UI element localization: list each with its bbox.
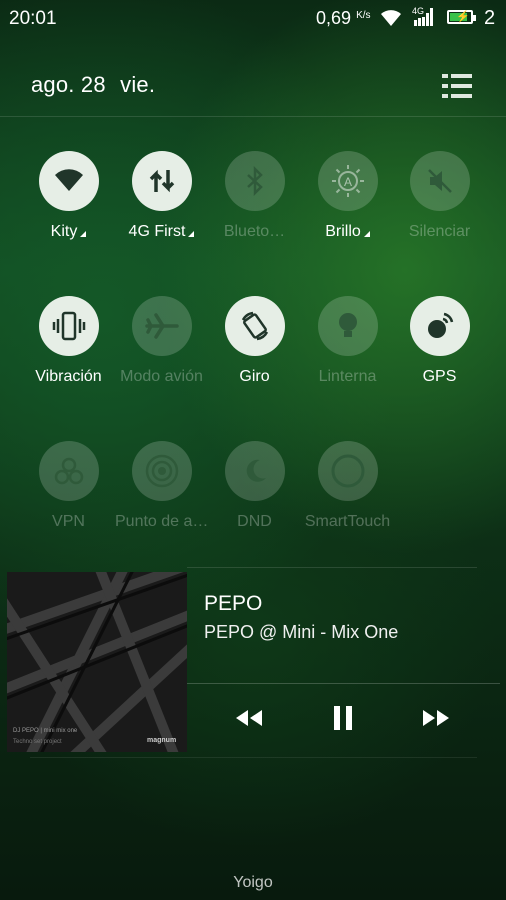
toggle-smarttouch[interactable]: SmartTouch xyxy=(301,441,394,531)
airplane-icon xyxy=(131,296,192,356)
toggle-label: Vibración xyxy=(35,368,102,385)
status-bar: 20:01 0,69 K/s 4G ⚡ 2 xyxy=(0,0,506,36)
expand-caret-icon[interactable] xyxy=(188,231,195,237)
network-type: 4G xyxy=(412,6,425,16)
toggle-label: Brillo xyxy=(325,223,361,240)
network-speed: 0,69 K/s xyxy=(316,8,371,29)
notification-count: 2 xyxy=(484,7,496,29)
toggle-label: Kity xyxy=(50,223,78,240)
album-subcaption: Techno set project xyxy=(13,739,62,745)
mute-icon xyxy=(409,151,470,211)
network-speed-unit: K/s xyxy=(356,10,371,21)
toggle-vibration[interactable]: Vibración xyxy=(22,296,115,386)
toggle-label: Linterna xyxy=(318,368,377,385)
album-brand-logo: magnum xyxy=(147,737,177,744)
list-menu-button[interactable] xyxy=(442,72,472,100)
toggle-label: Blueto… xyxy=(223,223,286,240)
toggle-rotation[interactable]: Giro xyxy=(208,296,301,386)
status-time: 20:01 xyxy=(9,8,57,29)
smarttouch-icon xyxy=(317,441,378,501)
signal-status-icon: 4G xyxy=(410,6,434,33)
toggle-airplane[interactable]: Modo avión xyxy=(115,296,208,386)
toggle-dnd[interactable]: DND xyxy=(208,441,301,531)
toggle-label: GPS xyxy=(422,368,457,385)
toggle-silence[interactable]: Silenciar xyxy=(393,151,486,241)
bluetooth-icon xyxy=(224,151,285,211)
toggle-label: Silenciar xyxy=(408,223,471,240)
toggle-label: SmartTouch xyxy=(304,513,391,530)
bottom-divider xyxy=(30,757,477,758)
battery-icon: ⚡ xyxy=(447,10,476,24)
toggle-flashlight[interactable]: Linterna xyxy=(301,296,394,386)
toggle-label: VPN xyxy=(52,513,85,530)
fast-forward-icon xyxy=(423,710,449,726)
track-title: PEPO xyxy=(204,592,263,615)
svg-text:A: A xyxy=(343,175,351,189)
toggle-vpn[interactable]: VPN xyxy=(22,441,115,531)
toggle-gps[interactable]: GPS xyxy=(393,296,486,386)
moon-icon xyxy=(224,441,285,501)
header-divider xyxy=(0,116,506,117)
toggle-label: Punto de a… xyxy=(115,513,208,530)
fast-forward-button[interactable] xyxy=(419,703,453,733)
vibration-icon xyxy=(38,296,99,356)
album-caption: DJ PEPO | mini mix one xyxy=(13,728,78,734)
hotspot-icon xyxy=(131,441,192,501)
pause-icon xyxy=(334,706,352,730)
rewind-icon xyxy=(236,710,262,726)
track-subtitle: PEPO @ Mini - Mix One xyxy=(204,622,399,642)
expand-caret-icon[interactable] xyxy=(363,231,370,237)
toggle-brightness[interactable]: A Brillo xyxy=(301,151,394,241)
flashlight-icon xyxy=(317,296,378,356)
rotate-icon xyxy=(224,296,285,356)
toggle-wifi[interactable]: Kity xyxy=(22,151,115,241)
toggle-hotspot[interactable]: Punto de a… xyxy=(115,441,208,531)
carrier-name: Yoigo xyxy=(233,874,273,891)
pause-button[interactable] xyxy=(326,703,360,733)
network-speed-value: 0,69 xyxy=(316,8,352,28)
date-month-day: ago. 28 xyxy=(31,72,106,97)
toggle-label: Giro xyxy=(239,368,270,385)
toggle-label: DND xyxy=(237,513,272,530)
brightness-auto-icon: A xyxy=(317,151,378,211)
toggle-4g-first[interactable]: 4G First xyxy=(115,151,208,241)
date-header: ago. 28 vie. xyxy=(31,72,163,98)
player-divider xyxy=(187,683,500,684)
toggle-bluetooth[interactable]: Blueto… xyxy=(208,151,301,241)
toggle-label: 4G First xyxy=(128,223,186,240)
gps-icon xyxy=(409,296,470,356)
data-arrows-icon xyxy=(131,151,192,211)
toggles-divider xyxy=(187,567,477,568)
rewind-button[interactable] xyxy=(232,703,266,733)
date-weekday: vie. xyxy=(120,72,156,97)
expand-caret-icon[interactable] xyxy=(80,231,87,237)
wifi-status-icon xyxy=(381,10,401,26)
vpn-icon xyxy=(38,441,99,501)
wifi-icon xyxy=(38,151,99,211)
toggle-label: Modo avión xyxy=(120,368,203,385)
album-art[interactable]: DJ PEPO | mini mix one Techno set projec… xyxy=(7,572,187,752)
